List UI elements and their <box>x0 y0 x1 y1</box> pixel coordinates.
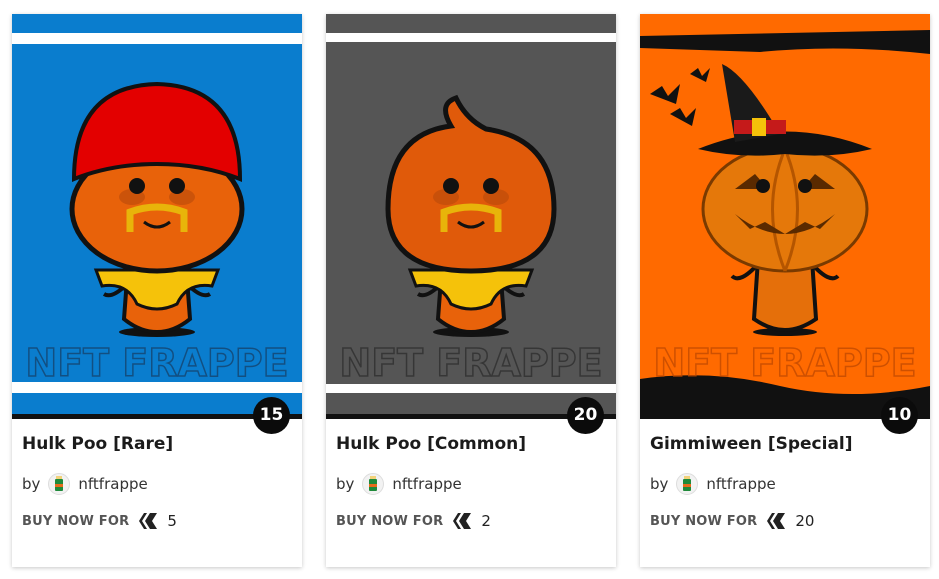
author-avatar[interactable] <box>362 473 385 495</box>
buy-now-row[interactable]: BUY NOW FOR 5 <box>22 510 177 532</box>
buy-now-label[interactable]: BUY NOW FOR <box>650 514 757 529</box>
author-name[interactable]: nftfrappe <box>78 475 147 493</box>
watermark-text: NFT FRAPPE <box>653 341 916 385</box>
author-avatar[interactable] <box>676 473 699 495</box>
price-value: 2 <box>481 512 491 530</box>
author-row: by nftfrappe <box>22 472 148 496</box>
buy-now-label[interactable]: BUY NOW FOR <box>336 514 443 529</box>
nft-artwork-gimmiween-special[interactable]: NFT FRAPPE <box>640 14 930 414</box>
watermark-text: NFT FRAPPE <box>339 341 602 385</box>
frappe-cup-avatar-icon <box>55 476 64 491</box>
buy-now-row[interactable]: BUY NOW FOR 20 <box>650 510 814 532</box>
nft-card-hulk-poo-rare[interactable]: NFT FRAPPE 15 Hulk Poo [Rare] by nftfrap… <box>12 14 302 567</box>
buy-now-label[interactable]: BUY NOW FOR <box>22 514 129 529</box>
by-label: by <box>650 475 669 493</box>
frappe-cup-avatar-icon <box>683 476 692 491</box>
nft-artwork-hulk-poo-rare[interactable]: NFT FRAPPE <box>12 14 302 414</box>
author-row: by nftfrappe <box>650 472 776 496</box>
price-value: 20 <box>795 512 815 530</box>
hive-icon <box>765 512 787 530</box>
edition-count-badge: 15 <box>253 397 290 434</box>
by-label: by <box>22 475 41 493</box>
card-title[interactable]: Hulk Poo [Common] <box>336 434 606 454</box>
author-avatar[interactable] <box>48 473 71 495</box>
frappe-cup-avatar-icon <box>369 476 378 491</box>
edition-count-badge: 20 <box>567 397 604 434</box>
nft-card-hulk-poo-common[interactable]: NFT FRAPPE 20 Hulk Poo [Common] by nftfr… <box>326 14 616 567</box>
nft-artwork-hulk-poo-common[interactable]: NFT FRAPPE <box>326 14 616 414</box>
hive-icon <box>137 512 159 530</box>
card-title[interactable]: Hulk Poo [Rare] <box>22 434 292 454</box>
hive-icon <box>451 512 473 530</box>
price-value: 5 <box>167 512 177 530</box>
nft-card-gimmiween-special[interactable]: NFT FRAPPE 10 Gimmiween [Special] by nft… <box>640 14 930 567</box>
buy-now-row[interactable]: BUY NOW FOR 2 <box>336 510 491 532</box>
author-name[interactable]: nftfrappe <box>392 475 461 493</box>
author-row: by nftfrappe <box>336 472 462 496</box>
watermark-text: NFT FRAPPE <box>25 341 288 385</box>
nft-card-grid: NFT FRAPPE 15 Hulk Poo [Rare] by nftfrap… <box>0 0 939 579</box>
author-name[interactable]: nftfrappe <box>706 475 775 493</box>
card-title[interactable]: Gimmiween [Special] <box>650 434 920 454</box>
edition-count-badge: 10 <box>881 397 918 434</box>
by-label: by <box>336 475 355 493</box>
